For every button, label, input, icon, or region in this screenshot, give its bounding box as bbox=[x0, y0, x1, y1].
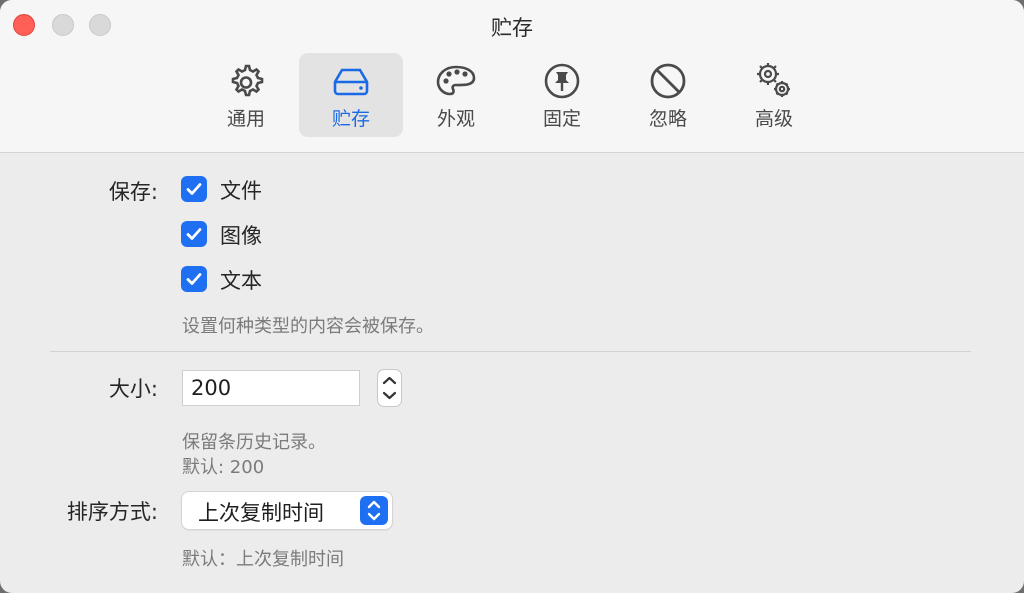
size-stepper[interactable] bbox=[377, 369, 402, 407]
tab-storage[interactable]: 贮存 bbox=[299, 53, 403, 137]
tab-general[interactable]: 通用 bbox=[194, 53, 298, 137]
pin-icon bbox=[544, 63, 580, 99]
checkbox-files[interactable] bbox=[181, 176, 207, 202]
size-default: 默认: 200 bbox=[182, 457, 265, 478]
stepper-arrows-icon bbox=[382, 376, 397, 400]
checkbox-text-label[interactable]: 文本 bbox=[220, 265, 262, 295]
tab-label: 忽略 bbox=[648, 108, 687, 130]
toolbar: 贮存 通用 贮存 外观 固定 忽略 高级 bbox=[0, 0, 1024, 153]
tab-label: 高级 bbox=[754, 108, 793, 130]
chevron-updown-icon bbox=[367, 500, 381, 521]
tab-appearance[interactable]: 外观 bbox=[404, 53, 508, 137]
window-title: 贮存 bbox=[491, 16, 533, 40]
storage-drive-icon bbox=[333, 68, 369, 96]
palette-icon bbox=[436, 65, 476, 96]
size-hint: 保留条历史记录。 bbox=[182, 432, 326, 453]
gear-icon bbox=[231, 64, 264, 97]
checkbox-images-label[interactable]: 图像 bbox=[220, 220, 262, 250]
tab-advanced[interactable]: 高级 bbox=[722, 53, 826, 137]
checkbox-images[interactable] bbox=[181, 221, 207, 247]
tab-label: 固定 bbox=[542, 108, 581, 130]
tab-pinned[interactable]: 固定 bbox=[510, 53, 614, 137]
tab-label: 通用 bbox=[226, 108, 265, 130]
save-label: 保存: bbox=[108, 180, 158, 204]
checkmark-icon bbox=[186, 228, 202, 240]
tab-ignore[interactable]: 忽略 bbox=[616, 53, 720, 137]
sort-label: 排序方式: bbox=[66, 500, 158, 524]
preferences-window: 贮存 通用 贮存 外观 固定 忽略 高级 保存: 文件 图像 文本 设置何种类型… bbox=[0, 0, 1024, 593]
checkbox-files-label[interactable]: 文件 bbox=[220, 175, 262, 205]
tab-label: 外观 bbox=[436, 108, 475, 130]
checkmark-icon bbox=[186, 273, 202, 285]
prohibited-icon bbox=[650, 63, 686, 99]
section-divider bbox=[50, 351, 971, 352]
save-hint: 设置何种类型的内容会被保存。 bbox=[182, 316, 434, 337]
gears-icon bbox=[757, 63, 790, 97]
sort-popup-value: 上次复制时间 bbox=[198, 501, 324, 525]
popup-arrows bbox=[360, 496, 388, 525]
sort-popup[interactable]: 上次复制时间 bbox=[182, 492, 392, 529]
checkmark-icon bbox=[186, 183, 202, 195]
checkbox-text[interactable] bbox=[181, 266, 207, 292]
size-input[interactable]: 200 bbox=[182, 370, 360, 406]
size-label: 大小: bbox=[108, 377, 158, 401]
tab-label: 贮存 bbox=[331, 108, 370, 130]
sort-default: 默认：上次复制时间 bbox=[182, 549, 344, 570]
